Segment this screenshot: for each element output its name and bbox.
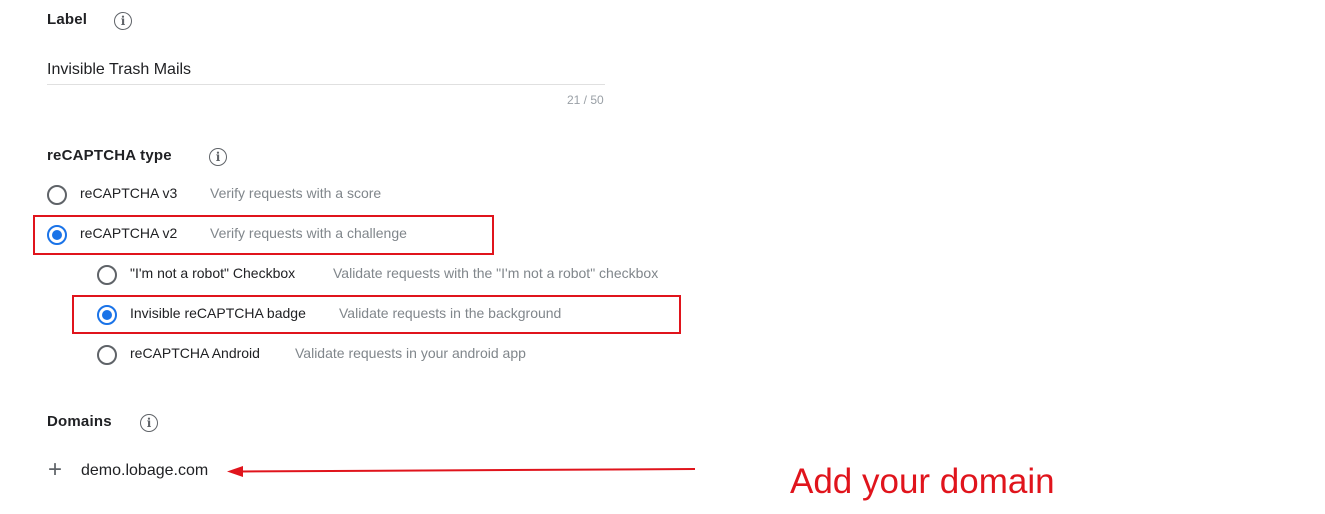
option-label-invisible-badge[interactable]: Invisible reCAPTCHA badge [130,305,306,321]
label-input-underline [47,84,605,85]
option-desc-android: Validate requests in your android app [295,345,526,361]
radio-checkbox[interactable] [97,265,117,285]
option-label-recaptcha-v3[interactable]: reCAPTCHA v3 [80,185,177,201]
plus-icon[interactable]: + [48,458,62,482]
recaptcha-type-title: reCAPTCHA type [47,147,172,164]
character-counter: 21 / 50 [567,93,604,107]
radio-recaptcha-v3[interactable] [47,185,67,205]
option-label-android[interactable]: reCAPTCHA Android [130,345,260,361]
radio-android[interactable] [97,345,117,365]
arrow-icon [227,466,696,477]
domain-entry[interactable]: demo.lobage.com [81,462,208,480]
info-icon[interactable]: i [140,414,158,432]
domains-title: Domains [47,413,112,430]
option-desc-recaptcha-v2: Verify requests with a challenge [210,225,407,241]
option-desc-checkbox: Validate requests with the "I'm not a ro… [333,265,659,281]
option-label-checkbox[interactable]: "I'm not a robot" Checkbox [130,265,295,281]
info-icon[interactable]: i [209,148,227,166]
radio-recaptcha-v2[interactable] [47,225,67,245]
option-label-recaptcha-v2[interactable]: reCAPTCHA v2 [80,225,177,241]
option-desc-recaptcha-v3: Verify requests with a score [210,185,382,201]
info-icon[interactable]: i [114,12,132,30]
label-section-title: Label [47,11,88,28]
radio-invisible-badge[interactable] [97,305,117,325]
annotation-text: Add your domain [790,462,1055,501]
option-desc-invisible-badge: Validate requests in the background [339,305,562,321]
label-input[interactable]: Invisible Trash Mails [47,61,191,79]
